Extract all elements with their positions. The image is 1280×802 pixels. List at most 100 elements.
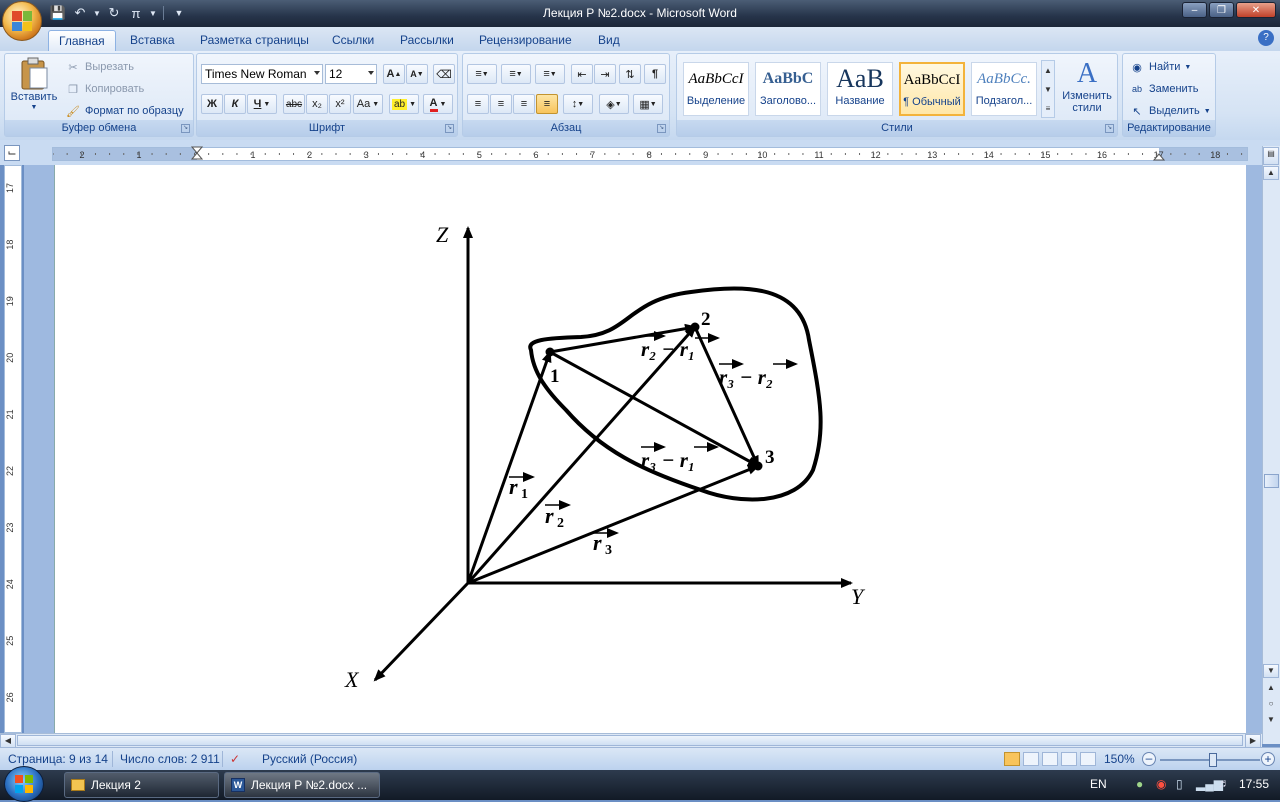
style-heading[interactable]: AaBbC Заголово...	[755, 62, 821, 116]
borders-button[interactable]: ▦ ▼	[633, 94, 663, 114]
tab-insert[interactable]: Вставка	[120, 30, 185, 51]
proofing-icon[interactable]: ✓	[230, 752, 240, 766]
office-button[interactable]	[2, 1, 42, 41]
r3-label-group: r 3	[593, 528, 619, 558]
style-emphasis[interactable]: AaBbCcI Выделение	[683, 62, 749, 116]
style-subtitle[interactable]: AaBbCc. Подзагол...	[971, 62, 1037, 116]
copy-button[interactable]: ❐ Копировать	[65, 81, 144, 97]
numbering-button[interactable]: ≡ ▼	[501, 64, 531, 84]
highlight-button[interactable]: ab ▼	[389, 94, 419, 114]
subscript-button[interactable]: x₂	[306, 94, 328, 114]
styles-launcher-icon[interactable]: ↘	[1105, 124, 1114, 133]
scroll-thumb[interactable]	[1264, 474, 1279, 488]
align-center-button[interactable]: ≡	[490, 94, 512, 114]
language-indicator[interactable]: Русский (Россия)	[262, 752, 357, 766]
scroll-down-icon[interactable]: ▼	[1263, 664, 1279, 678]
tab-mailings[interactable]: Рассылки	[390, 30, 464, 51]
next-page-icon[interactable]: ▼	[1263, 714, 1279, 728]
bullets-button[interactable]: ≡ ▼	[467, 64, 497, 84]
right-indent-marker[interactable]	[1153, 153, 1165, 161]
style-normal[interactable]: AaBbCcI ¶ Обычный	[899, 62, 965, 116]
vertical-ruler[interactable]: 17 18 19 20 21 22 23 24 25 26	[4, 165, 22, 733]
tab-page-layout[interactable]: Разметка страницы	[190, 30, 319, 51]
font-name-input[interactable]: Times New Roman	[201, 64, 323, 84]
tray-icon-antivirus[interactable]: ◉	[1156, 777, 1166, 791]
scroll-right-icon[interactable]: ▶	[1245, 734, 1261, 748]
paste-button[interactable]: Вставить ▼	[9, 56, 59, 120]
tab-selector[interactable]: ⌙	[4, 145, 20, 161]
zoom-in-icon[interactable]: +	[1261, 752, 1275, 766]
tray-icon-device[interactable]: ▯	[1176, 777, 1183, 791]
start-button[interactable]	[4, 766, 44, 802]
tab-view[interactable]: Вид	[588, 30, 630, 51]
superscript-button[interactable]: x²	[329, 94, 351, 114]
horizontal-ruler[interactable]: 211123456789101112131415161718	[52, 146, 1248, 161]
zoom-slider-thumb[interactable]	[1209, 753, 1217, 767]
volume-icon[interactable]: ♬	[1218, 776, 1230, 790]
browse-object-icon[interactable]: ○	[1263, 698, 1279, 712]
first-line-indent-marker[interactable]	[191, 146, 203, 160]
page-count[interactable]: Страница: 9 из 14	[8, 752, 108, 766]
taskbar-item-folder[interactable]: Лекция 2	[64, 772, 219, 798]
tab-review[interactable]: Рецензирование	[469, 30, 582, 51]
previous-page-icon[interactable]: ▲	[1263, 682, 1279, 696]
change-case-button[interactable]: Aa ▼	[353, 94, 383, 114]
multilevel-list-button[interactable]: ≡ ▼	[535, 64, 565, 84]
replace-button[interactable]: ab Заменить	[1129, 81, 1198, 97]
maximize-button[interactable]: ❐	[1209, 2, 1234, 18]
document-page[interactable]: Z Y X 1 2 3 r 1 r 2 r 3 r₂ − r₁ r₃ − r₂ …	[54, 165, 1246, 733]
web-layout-icon[interactable]	[1042, 752, 1058, 766]
tray-icon-network[interactable]: ●	[1136, 777, 1143, 791]
paragraph-launcher-icon[interactable]: ↘	[657, 124, 666, 133]
italic-button[interactable]: К	[224, 94, 246, 114]
styles-scroll[interactable]: ▲ ▼ ≡	[1041, 60, 1055, 118]
vertical-scrollbar[interactable]: ▤ ▲ ▼ ▲ ○ ▼	[1262, 146, 1280, 744]
tab-references[interactable]: Ссылки	[322, 30, 384, 51]
underline-button[interactable]: Ч ▼	[247, 94, 277, 114]
full-screen-reading-icon[interactable]	[1023, 752, 1039, 766]
change-styles-button[interactable]: A Изменить стили	[1059, 58, 1115, 114]
clipboard-launcher-icon[interactable]: ↘	[181, 124, 190, 133]
increase-indent-button[interactable]: ⇥	[594, 64, 616, 84]
align-left-button[interactable]: ≡	[467, 94, 489, 114]
horizontal-scrollbar[interactable]: ◀ ▶	[0, 733, 1262, 748]
taskbar-item-word[interactable]: W Лекция Р №2.docx ...	[224, 772, 380, 798]
sort-button[interactable]: ⇅	[619, 64, 641, 84]
align-right-button[interactable]: ≡	[513, 94, 535, 114]
close-button[interactable]: ✕	[1236, 2, 1276, 18]
word-count[interactable]: Число слов: 2 911	[120, 752, 220, 766]
tab-home[interactable]: Главная	[48, 30, 116, 51]
font-size-input[interactable]: 12	[325, 64, 377, 84]
view-ruler-icon[interactable]: ▤	[1263, 147, 1279, 165]
select-button[interactable]: ↖ Выделить ▼	[1129, 103, 1210, 119]
scroll-left-icon[interactable]: ◀	[0, 734, 16, 748]
language-bar[interactable]: EN	[1090, 777, 1107, 791]
clear-formatting-button[interactable]: ⌫	[433, 64, 455, 84]
font-launcher-icon[interactable]: ↘	[445, 124, 454, 133]
font-color-button[interactable]: A ▼	[423, 94, 453, 114]
draft-icon[interactable]	[1080, 752, 1096, 766]
justify-button[interactable]: ≡	[536, 94, 558, 114]
strikethrough-button[interactable]: abc	[283, 94, 305, 114]
line-spacing-button[interactable]: ↕ ▼	[563, 94, 593, 114]
show-marks-button[interactable]: ¶	[644, 64, 666, 84]
bold-button[interactable]: Ж	[201, 94, 223, 114]
scroll-up-icon[interactable]: ▲	[1263, 166, 1279, 180]
shrink-font-button[interactable]: A ▼	[406, 64, 428, 84]
zoom-out-icon[interactable]: –	[1142, 752, 1156, 766]
zoom-level[interactable]: 150%	[1104, 752, 1135, 766]
outline-icon[interactable]	[1061, 752, 1077, 766]
grow-font-button[interactable]: A ▲	[383, 64, 405, 84]
axis-x-line	[373, 581, 470, 682]
cut-button[interactable]: ✂ Вырезать	[65, 59, 134, 75]
minimize-button[interactable]: –	[1182, 2, 1207, 18]
shading-button[interactable]: ◈ ▼	[599, 94, 629, 114]
format-painter-button[interactable]: 🖌 Формат по образцу	[65, 103, 184, 119]
hscroll-thumb[interactable]	[17, 735, 1243, 746]
clock[interactable]: 17:55	[1239, 777, 1269, 791]
help-icon[interactable]: ?	[1258, 30, 1274, 46]
print-layout-icon[interactable]	[1004, 752, 1020, 766]
find-button[interactable]: ◉ Найти ▼	[1129, 59, 1191, 75]
style-title[interactable]: AaB Название	[827, 62, 893, 116]
decrease-indent-button[interactable]: ⇤	[571, 64, 593, 84]
